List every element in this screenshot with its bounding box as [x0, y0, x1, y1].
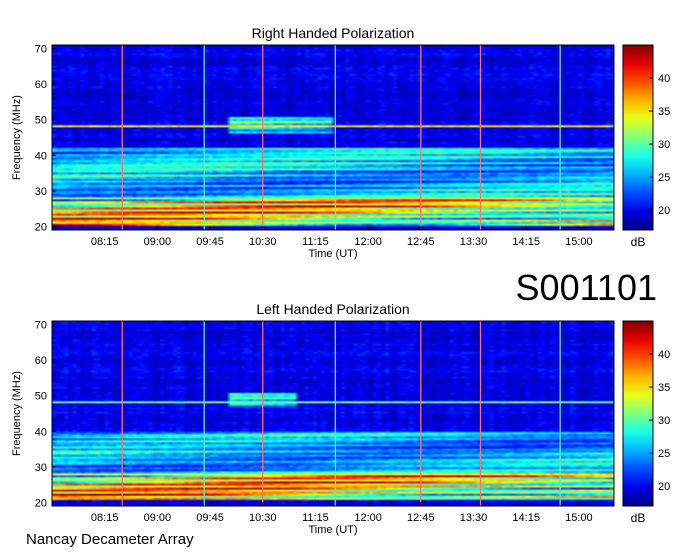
colorbar-tick-label: 20 — [658, 205, 670, 217]
y-tick-label: 30 — [35, 462, 47, 474]
x-tick-label: 11:15 — [302, 512, 329, 524]
spectrogram-image — [52, 45, 614, 230]
y-tick-label: 50 — [35, 391, 47, 403]
x-tick-label: 08:15 — [91, 512, 119, 524]
x-tick-label: 09:45 — [196, 236, 224, 248]
spectrogram-figure: Right Handed Polarization 08:15 09:00 09:45… — [11, 25, 670, 548]
colorbar — [622, 44, 654, 231]
x-tick-label: 12:45 — [407, 512, 435, 524]
colorbar-unit: dB — [631, 511, 646, 525]
x-tick-label: 12:45 — [407, 236, 435, 248]
y-tick-label: 20 — [35, 221, 47, 233]
x-tick-label: 10:30 — [249, 236, 277, 248]
colorbar-tick-label: 20 — [658, 481, 670, 493]
colorbar-tick-label: 25 — [658, 448, 670, 460]
y-tick-label: 60 — [35, 79, 47, 91]
y-tick-label: 40 — [35, 426, 47, 438]
y-tick-label: 30 — [35, 186, 47, 198]
x-tick-label: 09:45 — [196, 512, 224, 524]
panel-title: Left Handed Polarization — [256, 301, 409, 317]
observatory-label: Nancay Decameter Array — [26, 531, 194, 548]
x-tick-label: 12:00 — [354, 236, 382, 248]
y-tick-label: 60 — [35, 355, 47, 367]
colorbar-tick-label: 30 — [658, 139, 670, 151]
x-tick-label: 10:30 — [249, 512, 277, 524]
spectrogram-image — [52, 321, 614, 506]
x-tick-label: 14:15 — [512, 512, 540, 524]
x-tick-label: 13:30 — [460, 236, 488, 248]
right-polarization-panel: Right Handed Polarization 08:15 09:00 09:45… — [11, 25, 670, 260]
colorbar-unit: dB — [631, 235, 646, 249]
y-tick-label: 70 — [35, 320, 47, 332]
x-tick-label: 09:00 — [144, 236, 172, 248]
x-tick-label: 08:15 — [91, 236, 119, 248]
x-tick-label: 09:00 — [144, 512, 172, 524]
left-polarization-panel: Left Handed Polarization 08:15 09:00 09:45 1… — [11, 301, 670, 536]
colorbar — [622, 320, 654, 507]
x-axis-label: Time (UT) — [308, 524, 357, 536]
x-tick-label: 12:00 — [354, 512, 382, 524]
colorbar-tick-label: 40 — [658, 349, 670, 361]
y-axis-label: Frequency (MHz) — [11, 95, 23, 180]
colorbar-tick-label: 40 — [658, 73, 670, 85]
x-tick-label: 14:15 — [512, 236, 540, 248]
y-tick-label: 20 — [35, 497, 47, 509]
y-axis-label: Frequency (MHz) — [11, 371, 23, 456]
colorbar-tick-label: 35 — [658, 382, 670, 394]
colorbar-tick-label: 30 — [658, 415, 670, 427]
x-tick-label: 15:00 — [565, 236, 593, 248]
y-tick-label: 40 — [35, 150, 47, 162]
colorbar-tick-label: 35 — [658, 106, 670, 118]
panel-title: Right Handed Polarization — [252, 25, 415, 41]
x-axis-label: Time (UT) — [308, 248, 357, 260]
x-tick-label: 13:30 — [460, 512, 488, 524]
x-tick-label: 11:15 — [302, 236, 329, 248]
x-tick-label: 15:00 — [565, 512, 593, 524]
y-tick-label: 50 — [35, 115, 47, 127]
y-tick-label: 70 — [35, 44, 47, 56]
dataset-id: S001101 — [516, 267, 657, 308]
colorbar-tick-label: 25 — [658, 172, 670, 184]
